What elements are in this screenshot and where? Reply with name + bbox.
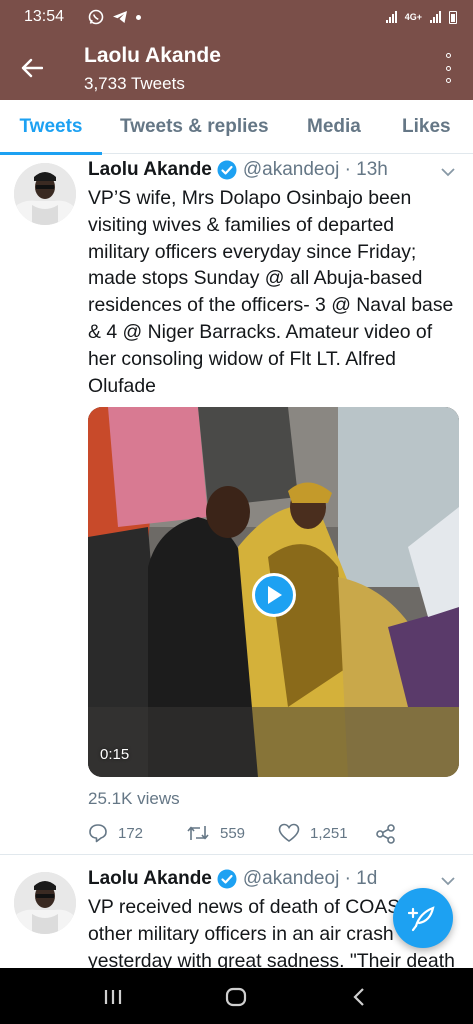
more-options-button[interactable] [441,53,455,83]
tweet-header: Laolu Akande @akandeoj · 1d [88,868,377,890]
status-time: 13:54 [24,8,65,25]
play-button[interactable] [252,573,296,617]
notification-icons [88,9,142,25]
avatar-photo [14,872,76,934]
back-nav-button[interactable] [344,982,374,1012]
whatsapp-icon [88,9,104,25]
tweet-text-line: Olufade [88,374,156,397]
tab-tweets[interactable]: Tweets [0,100,102,155]
tweet-text: VP’S wife, Mrs Dolapo Osinbajo been visi… [88,185,458,399]
retweet-count: 559 [220,824,246,842]
network-type: 4G+ [404,12,422,22]
tweet-text-line: yesterday with great sadness. "Their dea… [88,949,455,968]
tweet-text-line: visiting wives & families of departed [88,213,395,236]
more-dot-icon [445,78,451,83]
tweet-actions: 172 559 1,251 [88,823,458,847]
author-handle-time: @akandeoj · 13h [242,159,388,180]
tweet-text-line: military officers everyday since Friday; [88,240,417,263]
tweet-count: 3,733 Tweets [84,74,185,93]
retweet-icon [187,826,209,840]
tweet-text-line: VP’S wife, Mrs Dolapo Osinbajo been [88,187,412,209]
tweet[interactable]: Laolu Akande @akandeoj · 13h VP’S wife, … [0,155,473,855]
reply-icon [89,824,107,843]
reply-button[interactable]: 172 [88,823,143,843]
system-nav-bar [0,968,473,1024]
avatar[interactable] [14,872,76,934]
chevron-left-icon [353,988,364,1006]
verified-badge-icon [217,869,237,889]
heart-icon [278,823,300,842]
retweet-button[interactable]: 559 [186,823,245,843]
video-duration: 0:15 [100,746,130,763]
battery-icon [449,10,457,24]
tab-likes[interactable]: Likes [402,100,451,154]
system-icons: 4G+ [385,10,457,24]
reply-count: 172 [118,824,144,842]
status-bar: 13:54 4G+ [0,0,473,34]
like-count: 1,251 [310,824,348,842]
tweet-text-line: her consoling widow of Flt LT. Alfred [88,347,396,370]
signal-icon-2 [430,11,441,23]
profile-tabs: Tweets Tweets & replies Media Likes [0,100,473,155]
avatar[interactable] [14,163,76,225]
arrow-left-icon [21,58,43,78]
tweet-text-line: residences of the officers- 3 @ Naval ba… [88,294,454,317]
tweet-text-line: & 4 @ Niger Barracks. Amateur video of [88,320,433,343]
recent-apps-icon [104,990,122,1004]
play-icon [268,586,282,604]
more-dot-icon [445,53,451,58]
recent-apps-button[interactable] [98,982,128,1012]
avatar-photo [14,163,76,225]
profile-header: Laolu Akande 3,733 Tweets [0,34,473,100]
author-name[interactable]: Laolu Akande [88,868,212,890]
tweet-video[interactable]: 0:15 [88,407,459,777]
like-button[interactable]: 1,251 [278,823,348,843]
compose-tweet-button[interactable] [393,888,453,948]
home-button[interactable] [221,982,251,1012]
share-button[interactable] [375,823,397,845]
dot-icon [136,14,142,20]
author-handle-time: @akandeoj · 1d [242,868,378,889]
tab-media[interactable]: Media [307,100,361,154]
tweet-header: Laolu Akande @akandeoj · 13h [88,159,388,181]
compose-feather-icon [408,906,435,932]
more-dot-icon [445,65,451,71]
author-name[interactable]: Laolu Akande [88,159,212,181]
tab-tweets-and-replies[interactable]: Tweets & replies [120,100,269,154]
telegram-icon [113,11,128,23]
back-button[interactable] [16,52,48,84]
verified-badge-icon [217,160,237,180]
share-icon [376,824,395,844]
tweet-text-line: made stops Sunday @ all Abuja-based [88,267,423,290]
profile-name: Laolu Akande [84,44,221,67]
signal-icon [385,11,397,23]
chevron-down-icon[interactable] [439,163,457,181]
chevron-down-icon[interactable] [439,872,457,890]
view-count: 25.1K views [88,789,180,808]
home-icon [225,987,247,1007]
